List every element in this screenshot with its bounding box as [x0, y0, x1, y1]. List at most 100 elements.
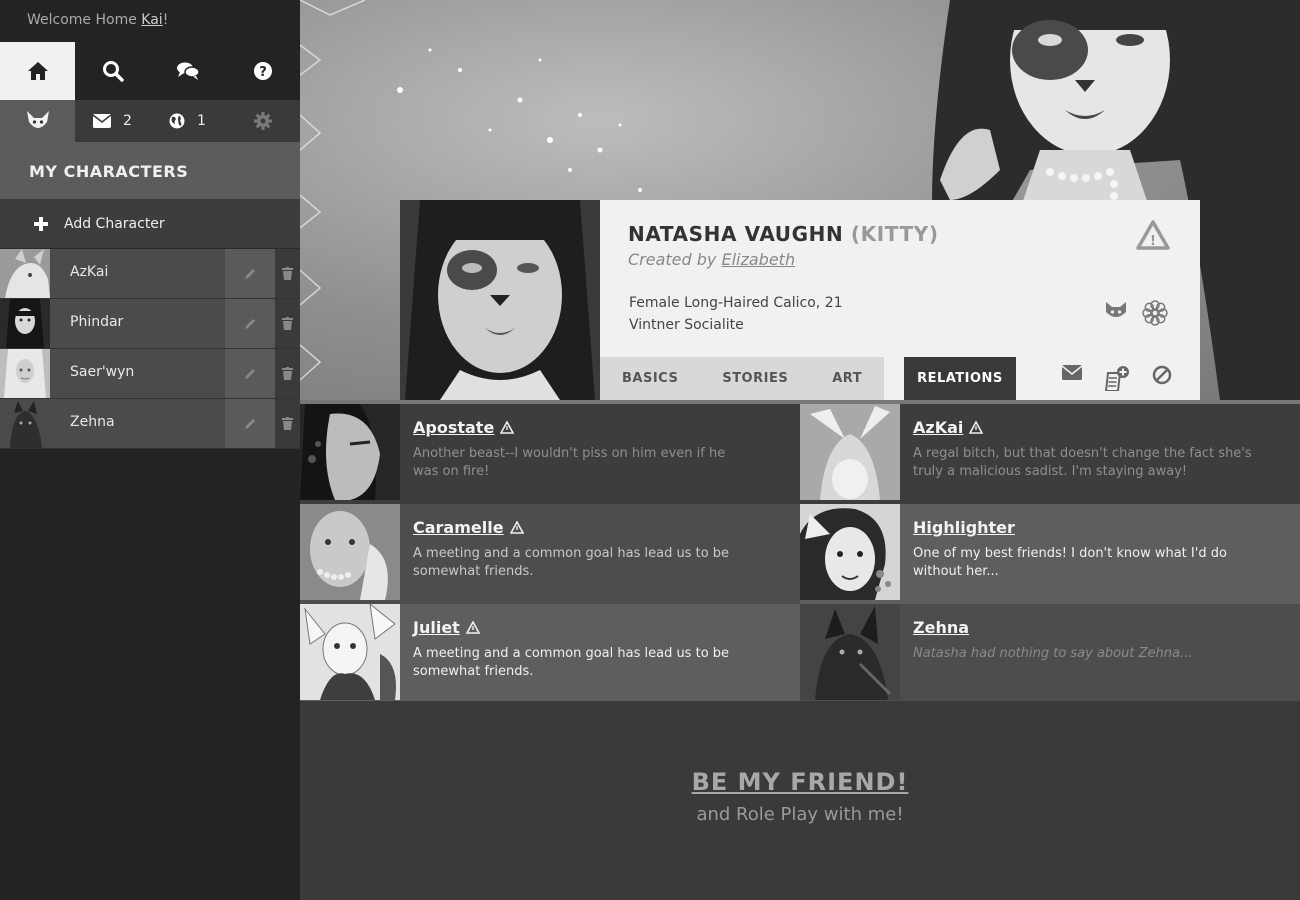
relation-description: Natasha had nothing to say about Zehna..… — [913, 646, 1193, 661]
relation-name-link[interactable]: Zehna — [913, 618, 969, 637]
relation-card: Zehna Natasha had nothing to say about Z… — [800, 604, 1300, 704]
sidebar: Welcome Home Kai! ? 2 1 MY CHARACTERS Ad… — [0, 0, 300, 900]
cat-icon[interactable] — [1104, 300, 1128, 320]
tab-relations[interactable]: RELATIONS — [904, 357, 1016, 400]
character-species-age: Female Long-Haired Calico, 21 — [629, 295, 843, 311]
block-icon[interactable] — [1152, 365, 1172, 385]
account-bar: 2 1 — [0, 100, 300, 142]
relations-grid: Apostate Another beast--I wouldn't piss … — [300, 400, 1300, 704]
relation-description: A meeting and a common goal has lead us … — [413, 546, 730, 579]
relation-avatar[interactable] — [800, 504, 900, 600]
welcome-prefix: Welcome Home — [27, 12, 142, 28]
trash-icon — [282, 417, 293, 430]
profile-portrait — [400, 200, 600, 400]
relation-name-link[interactable]: AzKai — [913, 418, 984, 437]
character-thumbnail[interactable] — [0, 349, 50, 398]
relation-body: Highlighter One of my best friends! I do… — [900, 504, 1253, 604]
warning-icon — [969, 421, 984, 434]
account-avatar-button[interactable] — [0, 100, 75, 142]
creature-avatar-icon — [26, 111, 49, 128]
relation-name: Apostate — [413, 418, 495, 437]
relation-description: One of my best friends! I don't know wha… — [913, 546, 1227, 579]
settings-button[interactable] — [225, 100, 300, 142]
be-my-friend-link[interactable]: BE MY FRIEND! — [692, 768, 909, 796]
tab-art[interactable]: ART — [810, 357, 885, 400]
add-to-journal-icon[interactable] — [1104, 365, 1130, 391]
search-icon — [102, 61, 124, 82]
delete-character-button[interactable] — [275, 249, 300, 298]
created-by-line: Created by Elizabeth — [628, 250, 795, 269]
edit-character-button[interactable] — [225, 299, 275, 348]
profile-tabs: BASICS STORIES ART RELATIONS — [600, 357, 1016, 400]
edit-character-button[interactable] — [225, 249, 275, 298]
character-thumbnail[interactable] — [0, 399, 50, 448]
character-row: AzKai — [0, 249, 300, 299]
pencil-icon — [245, 318, 255, 329]
add-character-label: Add Character — [64, 215, 165, 232]
relation-description: A regal bitch, but that doesn't change t… — [913, 446, 1252, 479]
character-name[interactable]: Phindar — [50, 299, 225, 348]
character-name[interactable]: Zehna — [50, 399, 225, 448]
friend-call-to-action: BE MY FRIEND! and Role Play with me! — [300, 701, 1300, 900]
relation-description: Another beast--I wouldn't piss on him ev… — [413, 446, 726, 479]
profile-actions — [1062, 365, 1172, 391]
notifications-button[interactable]: 1 — [150, 100, 225, 142]
character-thumbnail[interactable] — [0, 299, 50, 348]
relation-name-link[interactable]: Caramelle — [413, 518, 524, 537]
character-full-name: NATASHA VAUGHN — [628, 222, 844, 246]
nav-search-button[interactable] — [75, 42, 150, 100]
relation-avatar[interactable] — [300, 404, 400, 500]
character-thumbnail[interactable] — [0, 249, 50, 298]
profile-card: NATASHA VAUGHN (KITTY) Created by Elizab… — [400, 200, 1200, 400]
warning-icon — [500, 421, 515, 434]
help-icon: ? — [253, 62, 272, 80]
tab-stories[interactable]: STORIES — [700, 357, 811, 400]
relation-name-link[interactable]: Highlighter — [913, 518, 1015, 537]
relation-body: Apostate Another beast--I wouldn't piss … — [400, 404, 753, 504]
tab-basics[interactable]: BASICS — [600, 357, 701, 400]
delete-character-button[interactable] — [275, 399, 300, 448]
warning-icon — [509, 521, 524, 534]
relation-avatar[interactable] — [300, 504, 400, 600]
nav-home-button[interactable] — [0, 42, 75, 100]
relation-name-link[interactable]: Apostate — [413, 418, 515, 437]
svg-text:?: ? — [259, 65, 267, 80]
add-character-button[interactable]: Add Character — [0, 199, 300, 249]
relation-name-link[interactable]: Juliet — [413, 618, 480, 637]
relation-body: AzKai A regal bitch, but that doesn't ch… — [900, 404, 1273, 504]
trash-icon — [282, 317, 293, 330]
delete-character-button[interactable] — [275, 349, 300, 398]
edit-character-button[interactable] — [225, 349, 275, 398]
relation-avatar[interactable] — [800, 404, 900, 500]
relation-card: AzKai A regal bitch, but that doesn't ch… — [800, 404, 1300, 504]
messages-button[interactable]: 2 — [75, 100, 150, 142]
warning-triangle-icon[interactable]: ! — [1136, 220, 1170, 250]
creator-link[interactable]: Elizabeth — [721, 250, 795, 269]
trash-icon — [282, 367, 293, 380]
chat-icon — [176, 62, 200, 80]
relation-avatar[interactable] — [800, 604, 900, 700]
relation-avatar[interactable] — [300, 604, 400, 700]
nav-help-button[interactable]: ? — [225, 42, 300, 100]
message-character-icon[interactable] — [1062, 365, 1082, 380]
character-row: Saer'wyn — [0, 349, 300, 399]
relation-card: Highlighter One of my best friends! I do… — [800, 504, 1300, 604]
character-name[interactable]: AzKai — [50, 249, 225, 298]
roleplay-subtitle: and Role Play with me! — [696, 804, 904, 825]
character-name[interactable]: Saer'wyn — [50, 349, 225, 398]
pencil-icon — [245, 418, 255, 429]
pencil-icon — [245, 368, 255, 379]
main-nav: ? — [0, 42, 300, 100]
character-row: Zehna — [0, 399, 300, 449]
delete-character-button[interactable] — [275, 299, 300, 348]
relation-name: Juliet — [413, 618, 460, 637]
flower-emblem-icon[interactable] — [1142, 300, 1168, 326]
warning-icon — [465, 621, 480, 634]
relation-name: Highlighter — [913, 518, 1015, 537]
username-link[interactable]: Kai — [141, 12, 162, 28]
edit-character-button[interactable] — [225, 399, 275, 448]
character-summary: Female Long-Haired Calico, 21 Vintner So… — [629, 292, 843, 336]
pencil-icon — [245, 268, 255, 279]
nav-chat-button[interactable] — [150, 42, 225, 100]
globe-icon — [169, 113, 185, 129]
